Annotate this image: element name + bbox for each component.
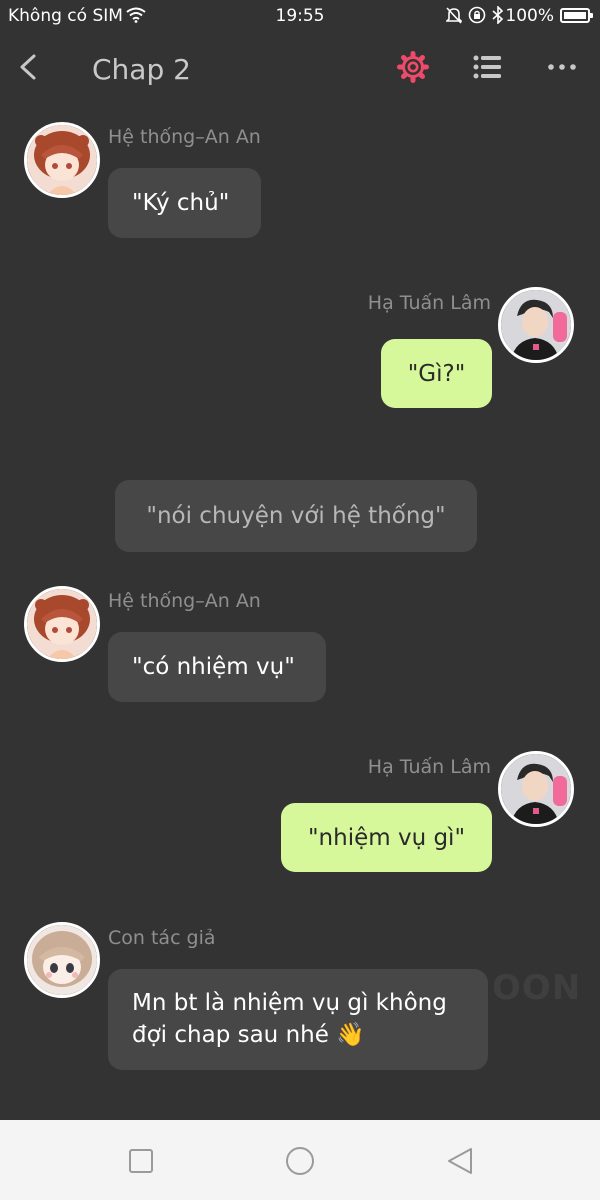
young-man-avatar[interactable] <box>498 287 574 363</box>
bluetooth-icon <box>492 6 504 24</box>
sender-name: Hạ Tuấn Lâm <box>367 292 491 314</box>
home-icon[interactable] <box>283 1144 317 1178</box>
back-icon[interactable] <box>12 48 46 86</box>
more-icon[interactable] <box>544 50 580 84</box>
narration-bubble[interactable]: "nói chuyện với hệ thống" <box>115 480 477 552</box>
system-nav-bar <box>0 1120 600 1200</box>
battery-icon <box>560 8 593 23</box>
rotation-lock-icon <box>468 6 486 24</box>
gear-icon[interactable] <box>396 50 430 84</box>
chibi-girl-avatar[interactable] <box>24 922 100 998</box>
sender-name: Hệ thống–An An <box>108 590 261 612</box>
back-triangle-icon[interactable] <box>443 1144 477 1178</box>
anime-girl-avatar[interactable] <box>24 122 100 198</box>
sender-name: Hệ thống–An An <box>108 126 261 148</box>
message-bubble[interactable]: "Gì?" <box>381 339 492 408</box>
page-title: Chap 2 <box>92 53 191 86</box>
status-icons <box>446 6 504 24</box>
message-bubble[interactable]: "Ký chủ" <box>108 168 261 238</box>
sender-name: Con tác giả <box>108 927 216 949</box>
recents-icon[interactable] <box>124 1144 158 1178</box>
bell-off-icon <box>446 7 462 24</box>
message-bubble[interactable]: "có nhiệm vụ" <box>108 632 326 702</box>
message-bubble[interactable]: Mn bt là nhiệm vụ gì không đợi chap sau … <box>108 969 488 1070</box>
young-man-avatar[interactable] <box>498 751 574 827</box>
anime-girl-avatar[interactable] <box>24 586 100 662</box>
watermark: OON <box>492 968 582 1008</box>
sender-name: Hạ Tuấn Lâm <box>367 756 491 778</box>
top-bar: Chap 2 <box>0 32 600 106</box>
message-bubble[interactable]: "nhiệm vụ gì" <box>281 803 492 872</box>
list-icon[interactable] <box>471 50 505 84</box>
battery-percent: 100% <box>505 6 554 26</box>
status-bar: Không có SIM 19:55 100% <box>0 0 600 32</box>
